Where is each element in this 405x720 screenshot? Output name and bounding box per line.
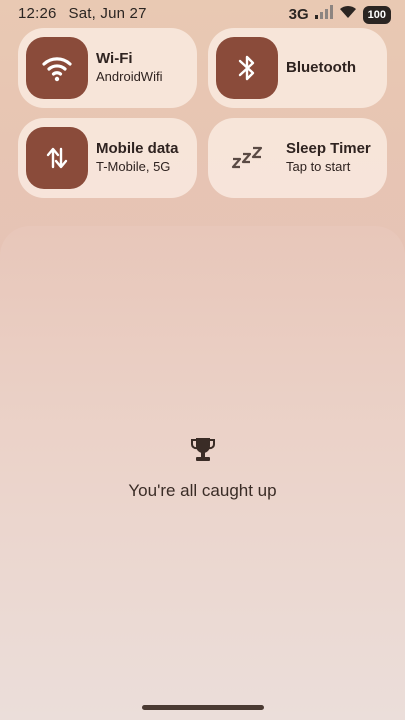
tile-mobile-data[interactable]: Mobile data T-Mobile, 5G: [18, 118, 197, 198]
tile-mobile-data-text: Mobile data T-Mobile, 5G: [96, 140, 191, 175]
tile-sleep-timer-text: Sleep Timer Tap to start: [286, 140, 381, 175]
tile-mobile-data-subtitle: T-Mobile, 5G: [96, 159, 171, 174]
signal-icon: [314, 5, 333, 24]
tile-wifi[interactable]: Wi-Fi AndroidWifi: [18, 28, 197, 108]
empty-message: You're all caught up: [128, 481, 277, 500]
sleep-icon: [216, 127, 278, 189]
tile-sleep-timer-title: Sleep Timer: [286, 140, 371, 157]
bluetooth-icon: [216, 37, 278, 99]
gesture-navigation-bar[interactable]: [142, 705, 264, 710]
status-right: 3G 100: [289, 5, 391, 24]
clock: 12:26: [18, 5, 57, 22]
empty-notifications: You're all caught up: [0, 436, 405, 501]
network-type: 3G: [288, 6, 309, 23]
tile-sleep-timer[interactable]: Sleep Timer Tap to start: [208, 118, 387, 198]
status-left: 12:26 Sat, Jun 27: [18, 5, 147, 22]
date: Sat, Jun 27: [68, 5, 147, 22]
wifi-icon: [26, 37, 88, 99]
tile-bluetooth-title: Bluetooth: [286, 59, 356, 76]
mobile-data-icon: [26, 127, 88, 189]
tile-mobile-data-title: Mobile data: [96, 140, 179, 157]
tile-wifi-subtitle: AndroidWifi: [96, 69, 163, 84]
tile-sleep-timer-subtitle: Tap to start: [286, 159, 351, 174]
wifi-status-icon: [339, 5, 357, 24]
tile-wifi-text: Wi-Fi AndroidWifi: [96, 50, 191, 85]
battery-indicator: 100: [362, 5, 391, 24]
tile-bluetooth-text: Bluetooth: [286, 59, 381, 77]
trophy-icon: [0, 436, 405, 469]
status-bar: 12:26 Sat, Jun 27 3G 100: [0, 0, 405, 28]
notification-shade[interactable]: You're all caught up: [0, 226, 405, 720]
tile-bluetooth[interactable]: Bluetooth: [208, 28, 387, 108]
tile-wifi-title: Wi-Fi: [96, 50, 133, 67]
